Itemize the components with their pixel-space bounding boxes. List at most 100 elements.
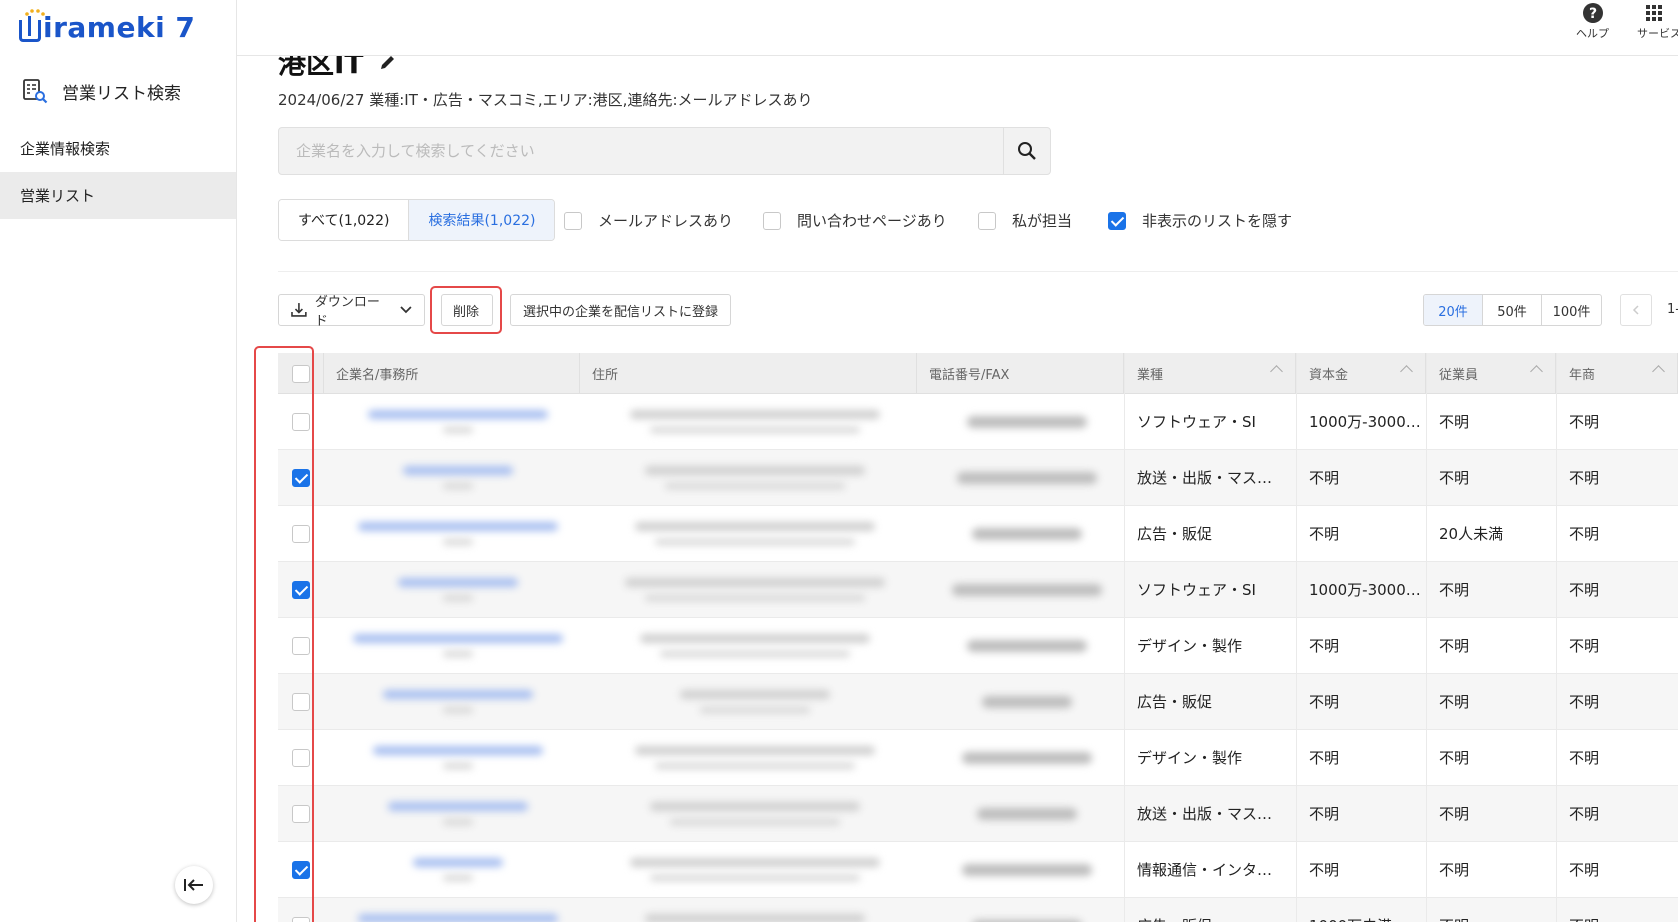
table-row[interactable]: デザイン・製作 不明 不明 不明 [278, 730, 1678, 786]
filter-assigned-to-me[interactable]: 私が担当 [978, 210, 1072, 231]
table-row[interactable]: ソフトウェア・SI 1000万-3000… 不明 不明 [278, 394, 1678, 450]
company-name-redacted[interactable] [373, 746, 543, 755]
company-name-redacted[interactable] [353, 634, 563, 643]
company-name-cell[interactable] [324, 674, 580, 729]
filter-contact-page-checkbox[interactable] [763, 211, 781, 230]
company-name-cell[interactable] [324, 730, 580, 785]
search-icon [1018, 142, 1036, 160]
table-row[interactable]: 放送・出版・マス… 不明 不明 不明 [278, 450, 1678, 506]
app-logo[interactable]: irameki 7 [19, 9, 195, 46]
company-name-redacted[interactable] [383, 690, 533, 699]
phone-redacted [961, 751, 1092, 764]
revenue-cell: 不明 [1556, 394, 1678, 449]
tab-search-results[interactable]: 検索結果(1,022) [409, 200, 555, 240]
header-label: 従業員 [1439, 368, 1479, 383]
help-icon: ? [1582, 3, 1603, 23]
chevron-down-icon [400, 306, 412, 314]
table-row[interactable]: 広告・販促 不明 不明 不明 [278, 674, 1678, 730]
company-search-input[interactable] [279, 128, 1003, 174]
address-line2-redacted [659, 651, 850, 657]
industry-cell: デザイン・製作 [1124, 618, 1296, 673]
company-name-cell[interactable] [324, 394, 580, 449]
company-name-cell[interactable] [324, 562, 580, 617]
company-name-redacted[interactable] [358, 522, 558, 531]
industry-cell: ソフトウェア・SI [1124, 394, 1296, 449]
company-search-bar [278, 127, 1051, 175]
page-size-50[interactable]: 50件 [1483, 295, 1542, 325]
address-cell [580, 786, 917, 841]
page-size-selector: 20件 50件 100件 [1423, 294, 1602, 326]
company-table: 企業名/事務所 住所 電話番号/FAX 業種 資本金 従業員 年商 ソフトウェア… [278, 353, 1678, 922]
company-name-cell[interactable] [324, 506, 580, 561]
company-name-cell[interactable] [324, 786, 580, 841]
address-cell [580, 506, 917, 561]
address-line2-redacted [669, 819, 840, 825]
chevron-left-icon [1632, 305, 1639, 315]
filter-contact-page[interactable]: 問い合わせページあり [763, 210, 947, 231]
services-button[interactable]: サービス [1637, 2, 1678, 41]
company-name-redacted[interactable] [413, 858, 503, 867]
tab-all[interactable]: すべて(1,022) [279, 200, 410, 240]
header-address[interactable]: 住所 [580, 353, 917, 394]
company-name-cell[interactable] [324, 898, 580, 922]
phone-cell [917, 786, 1124, 841]
sort-up-icon[interactable] [1400, 365, 1413, 378]
help-button[interactable]: ? ヘルプ [1576, 2, 1609, 41]
company-name-cell[interactable] [324, 842, 580, 897]
phone-cell [917, 730, 1124, 785]
phone-redacted [956, 471, 1097, 484]
table-row[interactable]: ソフトウェア・SI 1000万-3000… 不明 不明 [278, 562, 1678, 618]
company-name-redacted[interactable] [358, 914, 558, 922]
revenue-cell: 不明 [1556, 786, 1678, 841]
company-name-cell[interactable] [324, 450, 580, 505]
phone-redacted [976, 807, 1077, 820]
sidebar-item-label: 営業リスト [20, 187, 96, 205]
phone-cell [917, 394, 1124, 449]
header-company[interactable]: 企業名/事務所 [324, 353, 580, 394]
table-header: 企業名/事務所 住所 電話番号/FAX 業種 資本金 従業員 年商 [278, 353, 1678, 394]
table-row[interactable]: デザイン・製作 不明 不明 不明 [278, 618, 1678, 674]
company-office-redacted [443, 651, 473, 657]
page-size-100[interactable]: 100件 [1542, 295, 1601, 325]
register-distribution-list-button[interactable]: 選択中の企業を配信リストに登録 [510, 294, 732, 326]
sort-up-icon[interactable] [1530, 365, 1543, 378]
employees-cell: 不明 [1426, 898, 1556, 922]
header-phone[interactable]: 電話番号/FAX [917, 353, 1124, 394]
address-cell [580, 562, 917, 617]
page-size-20[interactable]: 20件 [1424, 295, 1483, 325]
services-label: サービス [1637, 27, 1678, 40]
search-button[interactable] [1003, 128, 1050, 174]
phone-redacted [966, 639, 1087, 652]
table-row[interactable]: 情報通信・インタ… 不明 不明 不明 [278, 842, 1678, 898]
table-row[interactable]: 広告・販促 不明 20人未満 不明 [278, 506, 1678, 562]
header-employees[interactable]: 従業員 [1426, 353, 1556, 394]
header-revenue[interactable]: 年商 [1556, 353, 1678, 394]
collapse-sidebar-button[interactable] [175, 866, 213, 904]
sidebar-item-sales-list[interactable]: 営業リスト [0, 172, 236, 219]
table-row[interactable]: 放送・出版・マス… 不明 不明 不明 [278, 786, 1678, 842]
company-name-redacted[interactable] [368, 410, 548, 419]
capital-cell: 不明 [1296, 842, 1426, 897]
company-name-redacted[interactable] [388, 802, 528, 811]
download-button[interactable]: ダウンロード [278, 294, 425, 329]
table-row[interactable]: 広告・販促1000万未満不明不明 [278, 898, 1678, 922]
header-capital[interactable]: 資本金 [1296, 353, 1426, 394]
company-name-redacted[interactable] [398, 578, 518, 587]
company-name-cell[interactable] [324, 618, 580, 673]
sort-up-icon[interactable] [1270, 365, 1283, 378]
sidebar-item-company-search[interactable]: 企業情報検索 [0, 125, 236, 172]
filter-assigned-checkbox[interactable] [978, 211, 996, 230]
sort-up-icon[interactable] [1652, 365, 1665, 378]
header-industry[interactable]: 業種 [1124, 353, 1296, 394]
company-name-redacted[interactable] [403, 466, 513, 475]
phone-redacted [961, 863, 1092, 876]
filter-email-checkbox[interactable] [564, 211, 582, 230]
filter-hide-hidden[interactable]: 非表示のリストを隠す [1108, 210, 1292, 231]
company-office-redacted [443, 875, 473, 881]
revenue-cell: 不明 [1556, 506, 1678, 561]
prev-page-button[interactable] [1620, 294, 1652, 326]
filter-hide-hidden-checkbox[interactable] [1108, 211, 1126, 230]
address-line2-redacted [649, 427, 860, 433]
filter-email[interactable]: メールアドレスあり [564, 210, 733, 231]
revenue-cell: 不明 [1556, 618, 1678, 673]
